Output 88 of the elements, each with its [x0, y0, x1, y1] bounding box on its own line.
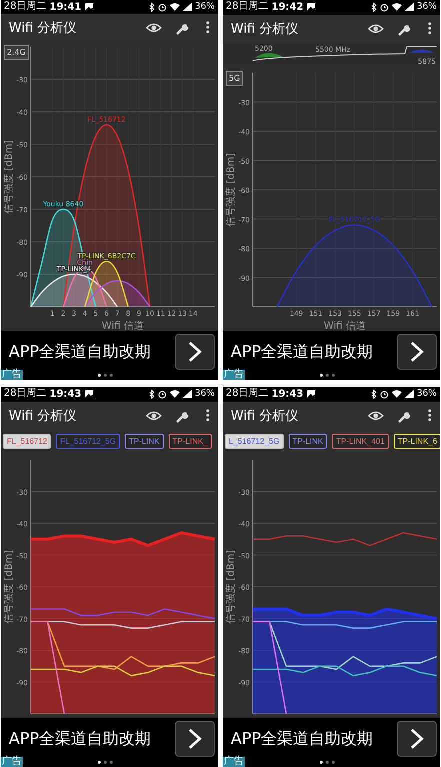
- page-dot[interactable]: [104, 760, 107, 764]
- page-dot[interactable]: [326, 374, 329, 376]
- eye-icon[interactable]: [368, 22, 384, 35]
- band-button[interactable]: 5G: [226, 71, 244, 86]
- next-button[interactable]: [175, 721, 215, 757]
- chevron-icon: [188, 728, 202, 750]
- axis-title: 信号强度 [dBm]: [226, 153, 237, 227]
- chevron-icon: [410, 728, 424, 750]
- status-time: 19:43: [50, 388, 82, 400]
- page-dot[interactable]: [320, 374, 323, 376]
- status-time: 19:43: [272, 388, 304, 400]
- status-date: 28日周二: [4, 389, 47, 400]
- page-dot[interactable]: [110, 374, 113, 376]
- wifi-icon: [170, 390, 180, 398]
- page-dot[interactable]: [104, 374, 107, 376]
- axis-title: Wifi 信道: [102, 321, 144, 331]
- ad-tag: 广告: [1, 757, 23, 767]
- ad-text: APP全渠道自助改期: [231, 728, 374, 750]
- image-icon: [306, 3, 316, 12]
- network-tab[interactable]: TP-LINK: [125, 434, 164, 450]
- page-dot[interactable]: [326, 760, 329, 764]
- next-button[interactable]: [397, 721, 437, 757]
- axis-title: 信号强度 [dBm]: [4, 140, 15, 214]
- page-dot[interactable]: [98, 760, 101, 764]
- battery-level: 36%: [194, 389, 215, 400]
- eye-icon[interactable]: [146, 22, 162, 34]
- alarm-icon: [380, 390, 389, 399]
- eye-icon[interactable]: [368, 410, 384, 422]
- status-date: 28日周二: [226, 2, 269, 12]
- more-icon[interactable]: [428, 22, 432, 36]
- ad-tag: 广告: [1, 370, 23, 380]
- alarm-icon: [158, 390, 167, 399]
- battery-level: 36%: [416, 389, 437, 400]
- image-icon: [84, 390, 94, 398]
- signal-icon: [404, 390, 414, 398]
- bluetooth-icon: [148, 390, 155, 399]
- next-button[interactable]: [175, 334, 215, 370]
- chevron-icon: [410, 341, 424, 363]
- image-icon: [84, 3, 94, 12]
- network-tab[interactable]: L_516712_5G: [225, 434, 284, 450]
- network-tab[interactable]: TP-LINK_6: [394, 434, 440, 450]
- page-dot[interactable]: [110, 760, 113, 764]
- status-date: 28日周二: [4, 2, 47, 12]
- ad-text: APP全渠道自助改期: [9, 728, 152, 750]
- alarm-icon: [158, 2, 167, 12]
- wifi-icon: [392, 3, 402, 12]
- app-title: Wifi 分析仪: [231, 20, 300, 38]
- page-dot[interactable]: [332, 760, 335, 764]
- more-icon[interactable]: [206, 21, 210, 34]
- signal-icon: [404, 3, 414, 12]
- page-dot[interactable]: [320, 760, 323, 764]
- wifi-icon: [392, 390, 402, 398]
- next-button[interactable]: [397, 334, 437, 370]
- more-icon[interactable]: [206, 409, 210, 422]
- axis-title: 信号强度 [dBm]: [4, 550, 15, 624]
- page-dot[interactable]: [332, 374, 335, 376]
- eye-icon[interactable]: [146, 410, 162, 422]
- axis-title: Wifi 信道: [324, 321, 366, 331]
- alarm-icon: [380, 2, 389, 12]
- signal-icon: [182, 390, 192, 398]
- signal-icon: [182, 3, 192, 12]
- battery-level: 36%: [416, 2, 437, 12]
- status-time: 19:42: [272, 2, 304, 13]
- network-tab[interactable]: FL_516712: [3, 434, 52, 450]
- ad-text: APP全渠道自助改期: [231, 342, 374, 362]
- ad-text: APP全渠道自助改期: [9, 342, 152, 362]
- page-dot[interactable]: [98, 374, 101, 376]
- band-button[interactable]: 2.4G: [4, 45, 29, 60]
- ad-tag: 广告: [223, 757, 245, 767]
- network-tab[interactable]: TP-LINK_: [168, 434, 212, 450]
- network-tab[interactable]: TP-LINK_401: [332, 434, 389, 450]
- bluetooth-icon: [370, 2, 377, 12]
- image-icon: [306, 390, 316, 398]
- network-tab[interactable]: FL_516712_5G: [56, 434, 120, 450]
- wifi-icon: [170, 3, 180, 12]
- chevron-icon: [188, 341, 202, 363]
- app-title: Wifi 分析仪: [231, 408, 300, 425]
- bluetooth-icon: [370, 390, 377, 399]
- status-date: 28日周二: [226, 389, 269, 400]
- bluetooth-icon: [148, 2, 155, 12]
- status-time: 19:41: [50, 2, 82, 13]
- app-title: Wifi 分析仪: [9, 408, 78, 425]
- axis-title: 信号强度 [dBm]: [226, 550, 237, 624]
- network-tab[interactable]: TP-LINK: [288, 434, 328, 450]
- ad-tag: 广告: [223, 370, 245, 380]
- app-title: Wifi 分析仪: [9, 20, 78, 37]
- battery-level: 36%: [194, 2, 215, 12]
- more-icon[interactable]: [428, 409, 432, 422]
